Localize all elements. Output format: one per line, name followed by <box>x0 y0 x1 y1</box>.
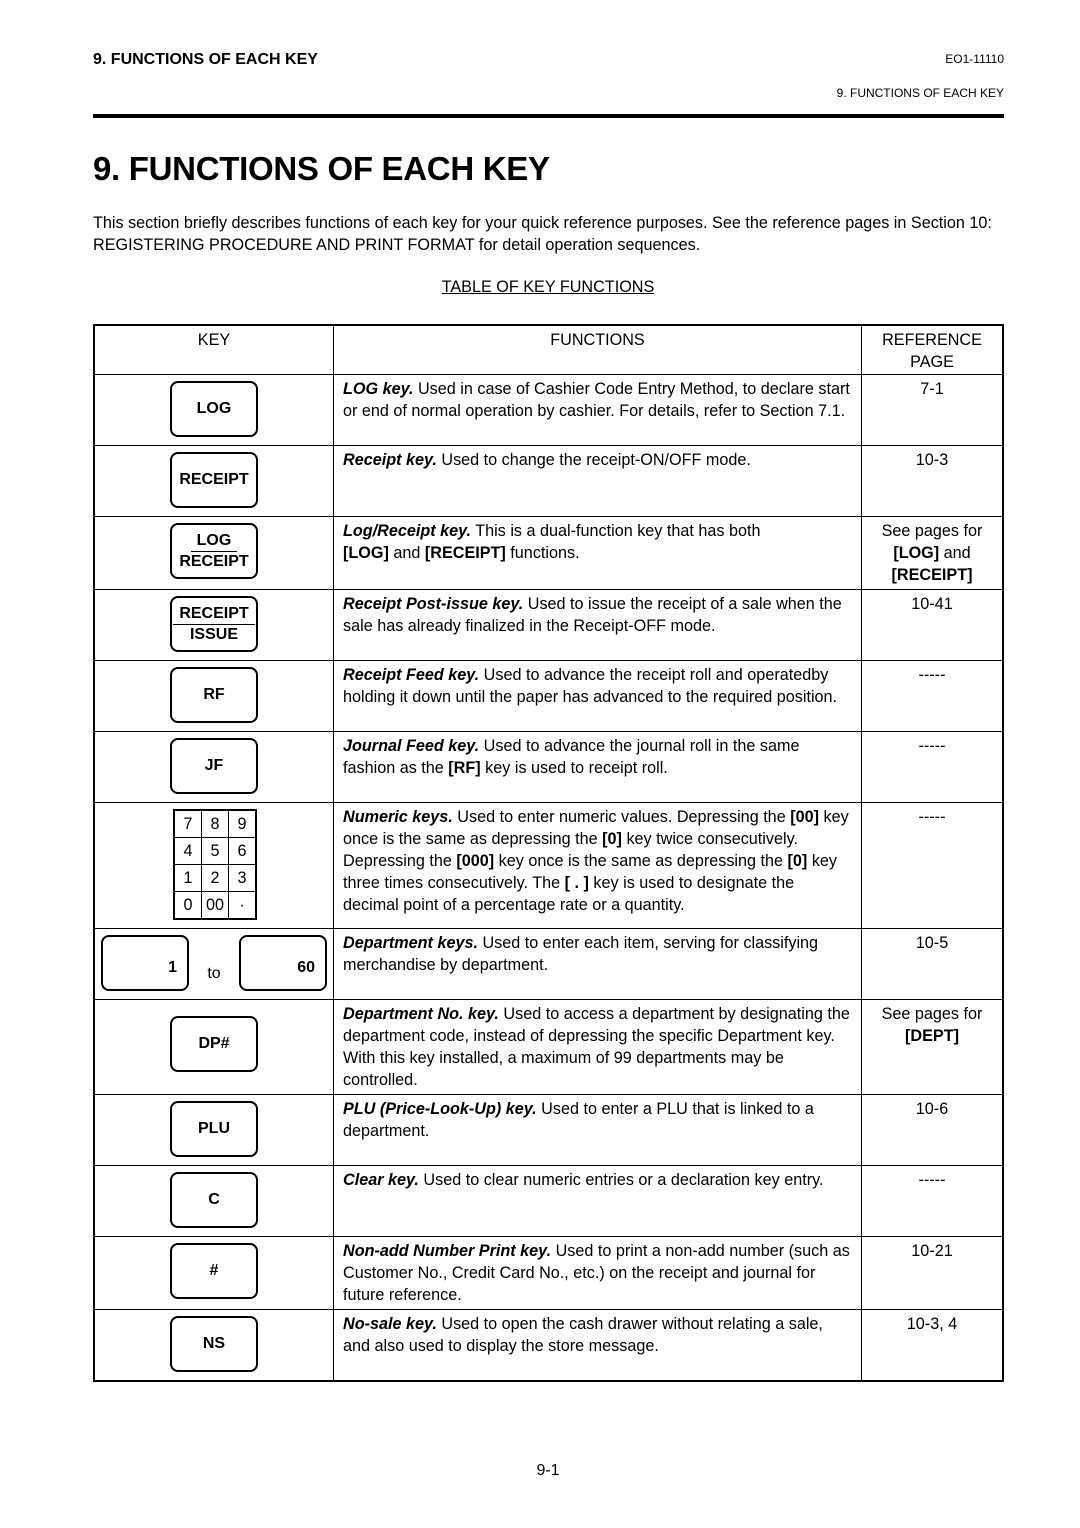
function-cell: Receipt Post-issue key. Used to issue th… <box>333 589 862 661</box>
numpad-key: 0 <box>174 891 202 919</box>
key-cell: 789 456 123 0 00 · <box>93 802 334 929</box>
no-sale-key-icon: NS <box>170 1316 258 1372</box>
numpad-key: 6 <box>228 837 256 865</box>
function-cell: Receipt Feed key. Used to advance the re… <box>333 660 862 732</box>
numpad-key: 1 <box>174 864 202 892</box>
header-rule <box>93 114 1004 118</box>
numpad-key: 7 <box>174 810 202 838</box>
key-cell: RECEIPT <box>93 445 334 517</box>
table-row: RF Receipt Feed key. Used to advance the… <box>93 660 1004 732</box>
numpad-key: 8 <box>201 810 229 838</box>
clear-key-icon: C <box>170 1172 258 1228</box>
reference-cell: 10-3 <box>861 445 1004 517</box>
table-row: C Clear key. Used to clear numeric entri… <box>93 1165 1004 1237</box>
key-functions-table: KEY FUNCTIONS REFERENCE PAGE LOG LOG key… <box>93 324 1004 1382</box>
function-cell: Clear key. Used to clear numeric entries… <box>333 1165 862 1237</box>
plu-key-icon: PLU <box>170 1101 258 1157</box>
reference-cell: 10-41 <box>861 589 1004 661</box>
numpad-key: 00 <box>201 891 229 919</box>
key-cell: # <box>93 1236 334 1310</box>
receipt-issue-key-icon: RECEIPT ISSUE <box>170 596 258 652</box>
reference-cell: See pages for [DEPT] <box>861 999 1004 1095</box>
non-add-number-key-icon: # <box>170 1243 258 1299</box>
key-cell: LOG <box>93 374 334 446</box>
table-title: TABLE OF KEY FUNCTIONS <box>441 278 655 296</box>
function-cell: Department keys. Used to enter each item… <box>333 928 862 1000</box>
jf-key-icon: JF <box>170 738 258 794</box>
key-cell: NS <box>93 1309 334 1382</box>
numpad-key: 9 <box>228 810 256 838</box>
function-cell: LOG key. Used in case of Cashier Code En… <box>333 374 862 446</box>
numpad-key: 2 <box>201 864 229 892</box>
table-row: RECEIPT Receipt key. Used to change the … <box>93 445 1004 517</box>
reference-cell: ----- <box>861 731 1004 803</box>
key-cell: DP# <box>93 999 334 1095</box>
table-row: 789 456 123 0 00 · Numeric keys. Used to e… <box>93 802 1004 929</box>
key-cell: JF <box>93 731 334 803</box>
table-row: LOG LOG key. Used in case of Cashier Cod… <box>93 374 1004 446</box>
function-cell: Journal Feed key. Used to advance the jo… <box>333 731 862 803</box>
reference-cell: See pages for [LOG] and [RECEIPT] <box>861 516 1004 590</box>
numpad-key: 5 <box>201 837 229 865</box>
reference-cell: ----- <box>861 1165 1004 1237</box>
key-cell: 1 to 60 <box>93 928 334 1000</box>
log-receipt-key-icon: LOG RECEIPT <box>170 523 258 579</box>
department-key-1-icon: 1 <box>101 935 189 991</box>
key-cell: RECEIPT ISSUE <box>93 589 334 661</box>
function-cell: Receipt key. Used to change the receipt-… <box>333 445 862 517</box>
numpad-key: · <box>228 891 256 919</box>
table-row: LOG RECEIPT Log/Receipt key. This is a du… <box>93 516 1004 590</box>
reference-cell: 7-1 <box>861 374 1004 446</box>
function-cell: PLU (Price-Look-Up) key. Used to enter a… <box>333 1094 862 1166</box>
dp-number-key-icon: DP# <box>170 1016 258 1072</box>
numeric-keypad-icon: 789 456 123 0 00 · <box>173 809 257 920</box>
page-number: 9-1 <box>536 1462 560 1479</box>
numpad-key: 3 <box>228 864 256 892</box>
key-cell: RF <box>93 660 334 732</box>
key-cell: PLU <box>93 1094 334 1166</box>
table-row: # Non-add Number Print key. Used to prin… <box>93 1236 1004 1310</box>
reference-cell: 10-6 <box>861 1094 1004 1166</box>
reference-cell: ----- <box>861 660 1004 732</box>
department-key-60-icon: 60 <box>239 935 327 991</box>
header-key: KEY <box>93 324 334 375</box>
table-row: PLU PLU (Price-Look-Up) key. Used to ent… <box>93 1094 1004 1166</box>
header-functions: FUNCTIONS <box>333 324 862 375</box>
header-reference: REFERENCE PAGE <box>861 324 1004 375</box>
table-row: DP# Department No. key. Used to access a… <box>93 999 1004 1095</box>
reference-cell: 10-3, 4 <box>861 1309 1004 1382</box>
running-header-title: 9. FUNCTIONS OF EACH KEY <box>836 86 1004 100</box>
function-cell: No-sale key. Used to open the cash drawe… <box>333 1309 862 1382</box>
key-cell: LOG RECEIPT <box>93 516 334 590</box>
table-row: JF Journal Feed key. Used to advance the… <box>93 731 1004 803</box>
page-title: 9. FUNCTIONS OF EACH KEY <box>93 150 550 187</box>
key-cell: C <box>93 1165 334 1237</box>
log-key-icon: LOG <box>170 381 258 437</box>
numpad-key: 4 <box>174 837 202 865</box>
running-header-section: 9. FUNCTIONS OF EACH KEY <box>93 51 318 68</box>
function-cell: Department No. key. Used to access a dep… <box>333 999 862 1095</box>
function-cell: Numeric keys. Used to enter numeric valu… <box>333 802 862 929</box>
table-row: RECEIPT ISSUE Receipt Post-issue key. Use… <box>93 589 1004 661</box>
reference-cell: 10-5 <box>861 928 1004 1000</box>
function-cell: Non-add Number Print key. Used to print … <box>333 1236 862 1310</box>
receipt-key-icon: RECEIPT <box>170 452 258 508</box>
department-range-label: to <box>207 965 221 982</box>
reference-cell: 10-21 <box>861 1236 1004 1310</box>
table-row: 1 to 60 Department keys. Used to enter e… <box>93 928 1004 1000</box>
intro-paragraph: This section briefly describes functions… <box>93 214 992 254</box>
rf-key-icon: RF <box>170 667 258 723</box>
reference-cell: ----- <box>861 802 1004 929</box>
table-header-row: KEY FUNCTIONS REFERENCE PAGE <box>93 324 1004 375</box>
table-row: NS No-sale key. Used to open the cash dr… <box>93 1309 1004 1382</box>
function-cell: Log/Receipt key. This is a dual-function… <box>333 516 862 590</box>
document-code: EO1-11110 <box>945 52 1004 66</box>
